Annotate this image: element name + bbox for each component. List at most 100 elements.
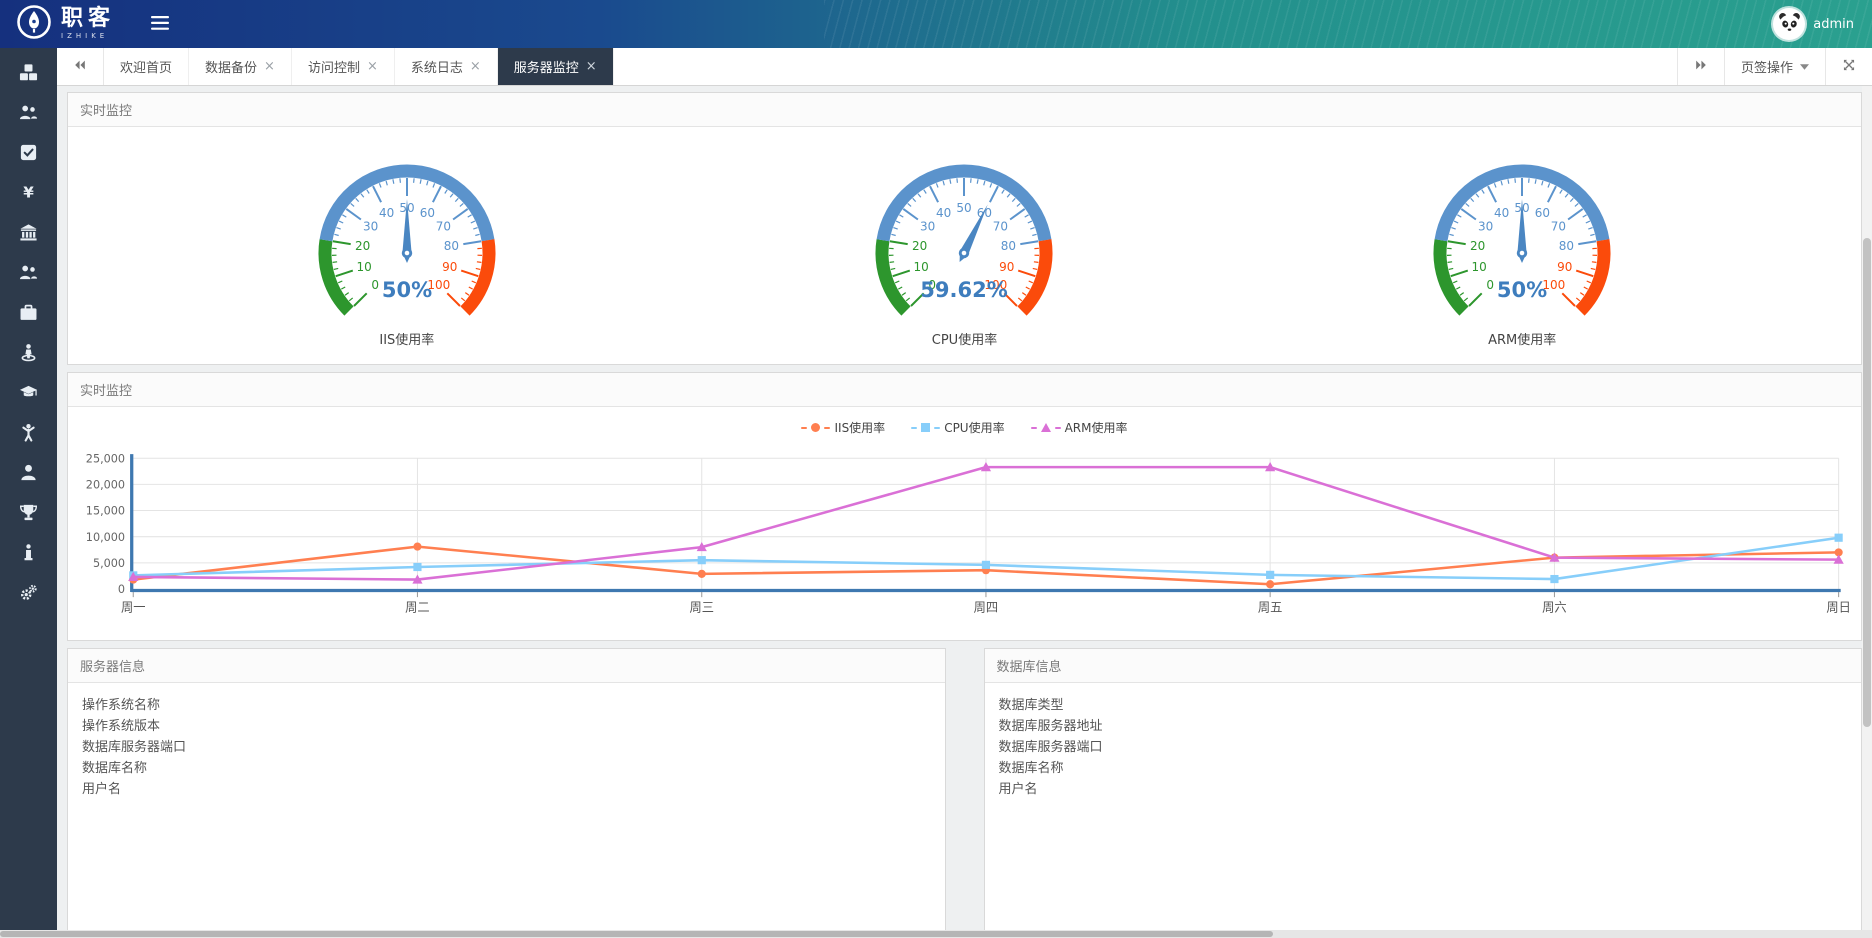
- tab[interactable]: 系统日志×: [395, 48, 498, 85]
- fullscreen-button[interactable]: [1825, 48, 1872, 85]
- user-icon: [19, 463, 38, 486]
- svg-text:80: 80: [1001, 239, 1016, 253]
- logo-subtitle: IZHIKE: [61, 33, 115, 40]
- svg-text:20: 20: [1470, 239, 1485, 253]
- scroll-tabs-left-button[interactable]: [57, 48, 104, 85]
- street-view-icon: [19, 343, 38, 366]
- db-info-list: 数据库类型数据库服务器地址数据库服务器端口数据库名称用户名: [985, 683, 1862, 812]
- svg-text:0: 0: [1487, 278, 1495, 292]
- close-icon[interactable]: ×: [264, 60, 275, 73]
- sidebar-item-briefcase[interactable]: [0, 294, 57, 334]
- sidebar-item-street-view[interactable]: [0, 334, 57, 374]
- team-icon: [19, 263, 38, 286]
- svg-text:70: 70: [436, 220, 451, 234]
- svg-text:90: 90: [1000, 260, 1015, 274]
- gauges-row: 010203040506070809010050%IIS使用率010203040…: [68, 127, 1861, 364]
- logo-icon: [16, 4, 52, 44]
- svg-text:10,000: 10,000: [86, 531, 125, 544]
- info-item: 数据库服务器端口: [999, 737, 1848, 758]
- svg-text:5,000: 5,000: [93, 557, 125, 570]
- sidebar-item-yen[interactable]: ¥: [0, 174, 57, 214]
- tab[interactable]: 访问控制×: [292, 48, 395, 85]
- sidebar-item-graduation-cap[interactable]: [0, 374, 57, 414]
- svg-text:0: 0: [118, 583, 125, 596]
- legend-item[interactable]: ARM使用率: [1031, 419, 1128, 436]
- sidebar-item-users[interactable]: [0, 94, 57, 134]
- top-navbar: 职客 IZHIKE admin: [0, 0, 1872, 48]
- sidebar-item-info[interactable]: [0, 534, 57, 574]
- user-menu[interactable]: admin: [1773, 8, 1872, 40]
- legend-dash: [934, 427, 940, 429]
- gauge-panel: 实时监控 010203040506070809010050%IIS使用率0102…: [67, 92, 1862, 365]
- svg-text:50: 50: [957, 201, 972, 215]
- sidebar-item-check-square[interactable]: [0, 134, 57, 174]
- info-item: 操作系统名称: [82, 695, 931, 716]
- legend-dash: [1055, 427, 1061, 429]
- gauge-chart: 010203040506070809010050%: [291, 143, 523, 327]
- double-chevron-left-icon: [73, 57, 87, 76]
- info-item: 数据库名称: [82, 758, 931, 779]
- svg-text:周二: 周二: [405, 600, 430, 614]
- tab[interactable]: 服务器监控 ×: [498, 48, 614, 85]
- child-icon: [19, 423, 38, 446]
- server-info-title: 服务器信息: [68, 649, 945, 683]
- menu-toggle-button[interactable]: [151, 15, 169, 34]
- tab-label: 服务器监控: [514, 57, 579, 76]
- info-item: 数据库服务器地址: [999, 716, 1848, 737]
- svg-text:10: 10: [356, 260, 371, 274]
- sidebar-item-trophy[interactable]: [0, 494, 57, 534]
- tab[interactable]: 欢迎首页: [104, 48, 189, 85]
- svg-text:70: 70: [1551, 220, 1566, 234]
- gears-icon: [19, 583, 38, 606]
- vertical-scrollbar-thumb[interactable]: [1863, 238, 1871, 728]
- sidebar-item-child[interactable]: [0, 414, 57, 454]
- gauge-chart: 010203040506070809010050%: [1406, 143, 1638, 327]
- scroll-tabs-right-button[interactable]: [1677, 48, 1724, 85]
- tab-operations-dropdown[interactable]: 页签操作: [1724, 48, 1825, 85]
- svg-text:周四: 周四: [974, 600, 998, 614]
- legend-item[interactable]: IIS使用率: [801, 419, 885, 436]
- legend-marker-triangle: [1041, 423, 1051, 432]
- svg-text:20: 20: [355, 239, 370, 253]
- vertical-scrollbar[interactable]: [1862, 86, 1872, 930]
- svg-text:周六: 周六: [1542, 600, 1567, 614]
- close-icon[interactable]: ×: [586, 60, 597, 73]
- sidebar-item-cubes[interactable]: [0, 54, 57, 94]
- users-icon: [19, 103, 38, 126]
- svg-text:80: 80: [444, 239, 459, 253]
- legend-item[interactable]: CPU使用率: [911, 419, 1004, 436]
- svg-text:10: 10: [1472, 260, 1487, 274]
- info-item: 用户名: [999, 779, 1848, 800]
- gauge-block: 010203040506070809010050%IIS使用率: [291, 143, 523, 360]
- navbar-decoration: [824, 0, 1872, 48]
- double-chevron-right-icon: [1694, 57, 1708, 76]
- chart-legend: IIS使用率 CPU使用率 ARM使用率: [76, 409, 1853, 446]
- svg-text:20,000: 20,000: [86, 478, 125, 491]
- info-item: 数据库服务器端口: [82, 737, 931, 758]
- info-item: 数据库类型: [999, 695, 1848, 716]
- horizontal-scrollbar[interactable]: [0, 930, 1872, 938]
- svg-text:70: 70: [993, 220, 1008, 234]
- legend-marker-circle: [811, 423, 820, 432]
- app-logo[interactable]: 职客 IZHIKE: [0, 4, 135, 44]
- horizontal-scrollbar-thumb[interactable]: [0, 931, 1273, 937]
- sidebar-item-user[interactable]: [0, 454, 57, 494]
- svg-text:50%: 50%: [382, 278, 432, 302]
- content-area: 实时监控 010203040506070809010050%IIS使用率0102…: [57, 85, 1872, 938]
- tab[interactable]: 数据备份×: [189, 48, 292, 85]
- legend-dash: [801, 427, 807, 429]
- gauge-label: ARM使用率: [1488, 329, 1556, 360]
- fullscreen-icon: [1842, 57, 1856, 76]
- sidebar-item-team[interactable]: [0, 254, 57, 294]
- db-info-title: 数据库信息: [985, 649, 1862, 683]
- legend-marker-square: [921, 423, 930, 432]
- svg-text:周一: 周一: [121, 600, 146, 614]
- close-icon[interactable]: ×: [367, 60, 378, 73]
- server-info-list: 操作系统名称操作系统版本数据库服务器端口数据库名称用户名: [68, 683, 945, 812]
- cubes-icon: [19, 63, 38, 86]
- close-icon[interactable]: ×: [470, 60, 481, 73]
- svg-text:¥: ¥: [23, 183, 34, 201]
- sidebar-item-gears[interactable]: [0, 574, 57, 614]
- line-chart-body: IIS使用率CPU使用率ARM使用率 05,00010,00015,00020,…: [68, 407, 1861, 640]
- sidebar-item-bank[interactable]: [0, 214, 57, 254]
